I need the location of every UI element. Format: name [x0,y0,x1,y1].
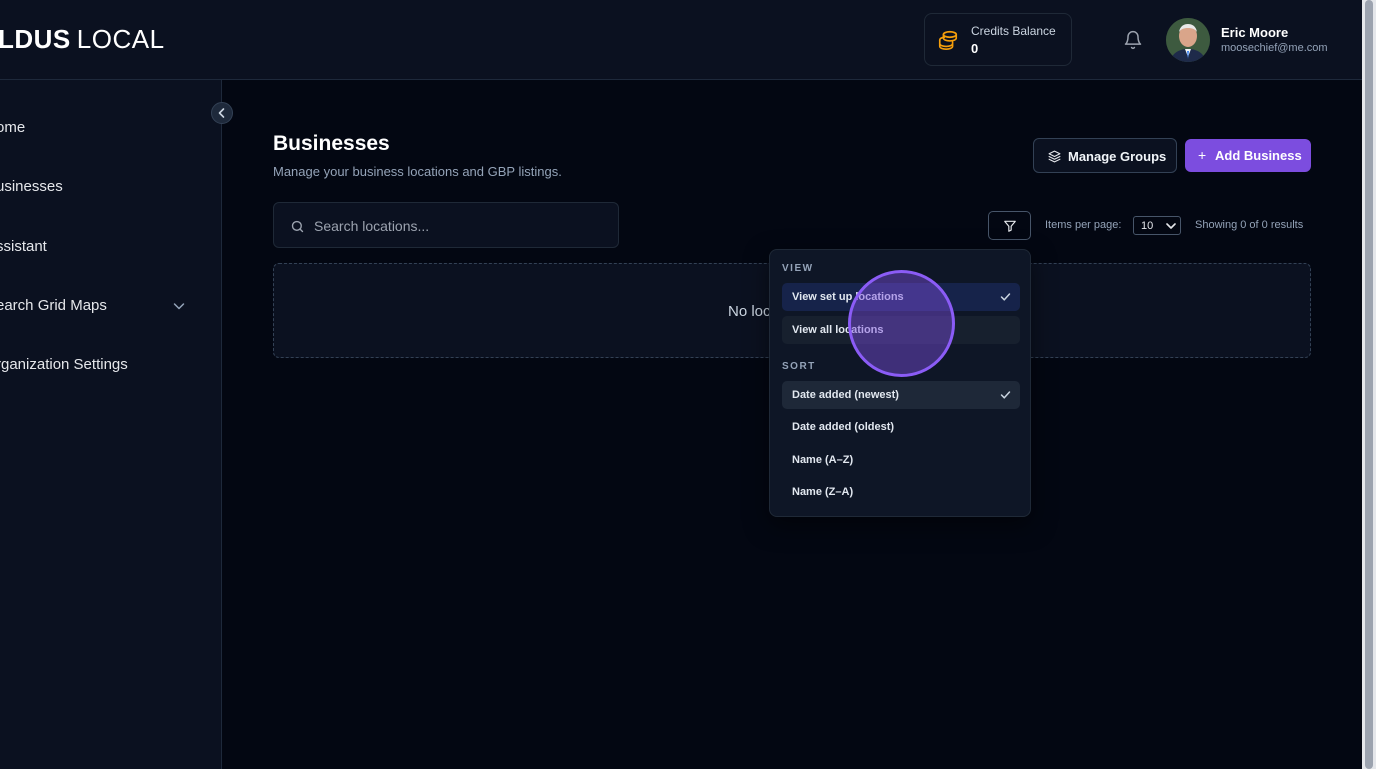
page-subtitle: Manage your business locations and GBP l… [273,164,562,179]
sort-section-heading: SORT [782,361,816,372]
sidebar-item-search-grid-maps[interactable]: earch Grid Maps [0,297,107,314]
bell-icon[interactable] [1123,30,1143,50]
search-box [273,202,619,248]
coins-icon [938,30,958,50]
search-input[interactable] [314,215,604,237]
chevron-down-icon [1166,223,1176,229]
scrollbar-thumb[interactable] [1365,0,1373,769]
brand-name-light: LOCAL [76,24,165,54]
menu-item-label: Name (A–Z) [792,454,854,466]
menu-item-label: Date added (oldest) [792,421,895,433]
brand-name-bold: LDUS [0,24,71,54]
credits-label: Credits Balance [971,24,1056,38]
sidebar-item-home[interactable]: ome [0,119,25,136]
page-title: Businesses [273,132,390,155]
user-name: Eric Moore [1221,25,1289,40]
plus-icon: + [1198,147,1207,163]
manage-groups-button[interactable]: Manage Groups [1033,138,1177,173]
add-business-label: Add Business [1215,148,1302,163]
user-email: moosechief@me.com [1221,42,1328,54]
view-section-heading: VIEW [782,263,814,274]
search-icon [291,220,304,233]
filter-button[interactable] [988,211,1031,240]
menu-item-sort-oldest[interactable]: Date added (oldest) [782,413,1020,441]
chevron-left-icon [218,108,225,118]
menu-item-label: Date added (newest) [792,389,899,401]
chevron-down-icon[interactable] [172,299,186,313]
items-per-page-select[interactable]: 10 [1133,216,1181,235]
results-count: Showing 0 of 0 results [1195,219,1304,231]
empty-state-text: No loc [728,303,771,320]
check-icon [1000,293,1011,301]
menu-item-sort-name-asc[interactable]: Name (A–Z) [782,446,1020,474]
layers-icon [1048,150,1061,163]
avatar[interactable] [1166,18,1210,62]
credits-balance-card[interactable]: Credits Balance 0 [924,13,1072,66]
sidebar-collapse-button[interactable] [211,102,233,124]
filter-icon [1004,220,1016,232]
items-per-page-value: 10 [1141,220,1154,232]
sidebar-item-businesses[interactable]: usinesses [0,178,63,195]
items-per-page-label: Items per page: [1045,219,1122,231]
check-icon [1000,391,1011,399]
credits-value: 0 [971,41,979,56]
sidebar-item-organization-settings[interactable]: rganization Settings [0,356,128,373]
sidebar-item-assistant[interactable]: ssistant [0,238,47,255]
menu-item-sort-newest[interactable]: Date added (newest) [782,381,1020,409]
click-indicator [848,270,955,377]
manage-groups-label: Manage Groups [1068,149,1167,164]
menu-item-sort-name-desc[interactable]: Name (Z–A) [782,478,1020,506]
menu-item-label: Name (Z–A) [792,486,854,498]
add-business-button[interactable]: + Add Business [1185,139,1311,172]
brand-logo[interactable]: LDUS LOCAL [0,24,165,55]
avatar-image [1166,18,1210,62]
scrollbar[interactable] [1362,0,1376,769]
top-bar: LDUS LOCAL Credits Balance 0 Eric Moore m… [0,0,1362,80]
